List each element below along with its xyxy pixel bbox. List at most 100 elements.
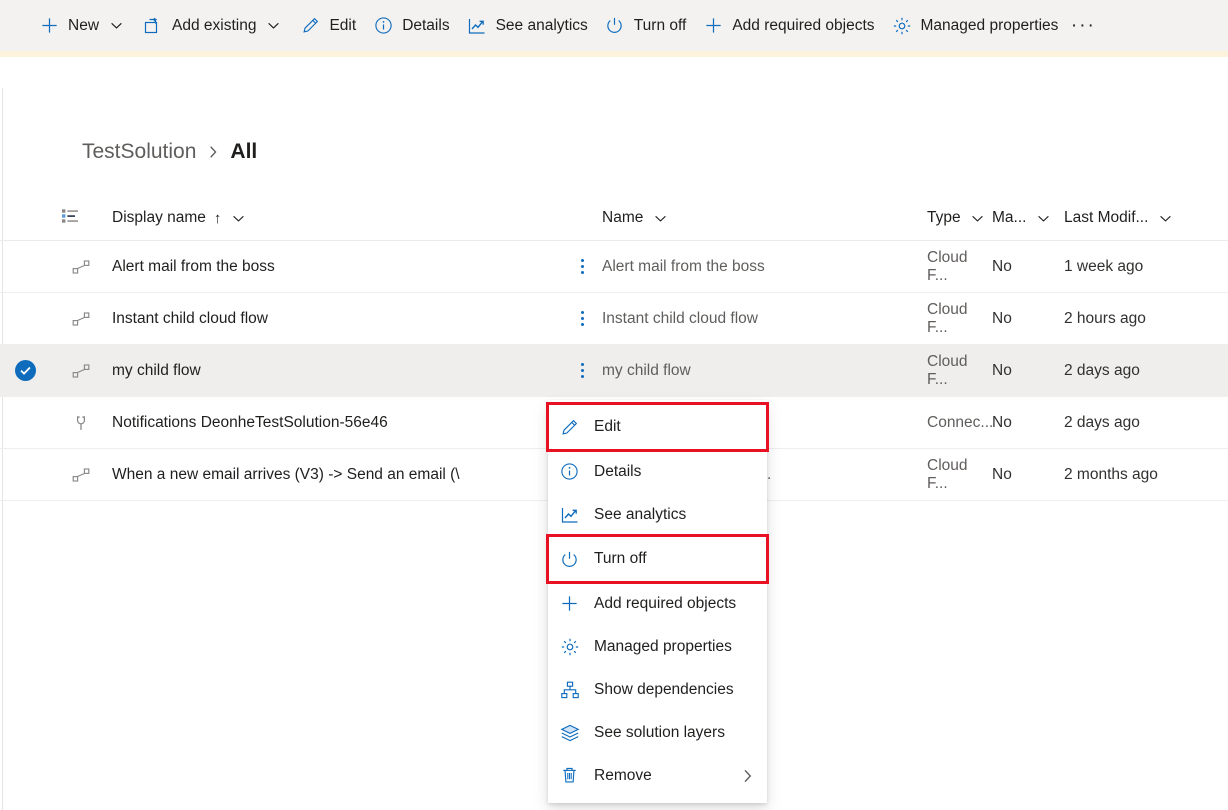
row-managed-cell: No [992,362,1064,380]
row-name: Instant child cloud flow [602,310,758,328]
column-header-last-modified[interactable]: Last Modif... [1064,196,1214,240]
column-header-last-modified-label: Last Modif... [1064,209,1148,227]
column-header-managed[interactable]: Ma... [992,196,1064,240]
row-type-cell: Cloud F... [927,353,992,389]
row-type-cell: Connec... [927,414,992,432]
chevron-down-icon [969,209,987,227]
context-menu-item-see-solution-layers[interactable]: See solution layers [548,711,767,754]
row-managed-cell: No [992,466,1064,484]
command-add-existing[interactable]: Add existing [134,6,291,46]
plus-icon [38,15,60,37]
column-header-type[interactable]: Type [927,196,992,240]
chevron-right-icon [206,145,220,159]
gear-icon [560,637,588,657]
row-last-modified: 2 days ago [1064,414,1140,432]
row-checkbox-checked[interactable] [0,360,50,381]
context-menu-item-details-label: Details [594,463,641,481]
column-header-display-name[interactable]: Display name ↑ [112,196,562,240]
row-managed-cell: No [992,414,1064,432]
context-menu-item-turn-off[interactable]: Turn off [548,536,767,582]
context-menu-item-details[interactable]: Details [548,450,767,493]
context-menu-item-see-analytics[interactable]: See analytics [548,493,767,536]
context-menu-item-managed-properties[interactable]: Managed properties [548,625,767,668]
row-type: Cloud F... [927,249,992,285]
kebab-menu-icon [573,253,592,280]
command-add-required-objects[interactable]: Add required objects [694,6,882,46]
command-edit[interactable]: Edit [291,6,364,46]
column-header-name[interactable]: Name [602,196,927,240]
command-add-existing-label: Add existing [172,18,256,34]
row-more-actions[interactable] [562,253,602,280]
command-details[interactable]: Details [364,6,457,46]
row-last-modified: 2 days ago [1064,362,1140,380]
chevron-down-icon [1156,209,1174,227]
pencil-icon [560,418,588,437]
layers-icon [560,723,588,743]
command-managed-properties[interactable]: Managed properties [883,6,1067,46]
chevron-down-icon [651,209,669,227]
view-switch-cell[interactable] [50,206,112,231]
notice-strip [0,51,1228,57]
checkmark-icon [15,360,36,381]
row-more-actions[interactable] [562,305,602,332]
row-type: Connec... [927,414,993,432]
row-name: Alert mail from the boss [602,258,765,276]
kebab-menu-icon [573,305,592,332]
row-managed-cell: No [992,258,1064,276]
command-turn-off[interactable]: Turn off [596,6,695,46]
row-display-name-cell: When a new email arrives (V3) -> Send an… [112,466,562,484]
row-managed: No [992,310,1012,328]
row-last-modified-cell: 2 hours ago [1064,310,1214,328]
command-bar: New Add existing [0,0,1228,51]
table-row-selected[interactable]: my child flow my child flow Cloud F... N… [0,345,1228,397]
row-display-name: Alert mail from the boss [112,258,275,276]
row-display-name: Instant child cloud flow [112,310,268,328]
row-display-name: my child flow [112,362,201,380]
column-header-managed-label: Ma... [992,209,1026,227]
add-existing-icon [142,15,164,37]
breadcrumb-root[interactable]: TestSolution [82,140,196,164]
command-new[interactable]: New [30,6,134,46]
row-type-cell: Cloud F... [927,301,992,337]
row-last-modified-cell: 2 months ago [1064,466,1214,484]
context-menu-item-show-dependencies[interactable]: Show dependencies [548,668,767,711]
flow-icon [71,361,91,381]
grid-header-row: Display name ↑ Name Type Ma... [0,196,1228,241]
context-menu-item-remove[interactable]: Remove [548,754,767,797]
row-type: Cloud F... [927,353,992,389]
row-name: my child flow [602,362,691,380]
context-menu-item-edit[interactable]: Edit [548,404,767,450]
command-see-analytics[interactable]: See analytics [458,6,596,46]
context-menu-item-see-analytics-label: See analytics [594,506,686,524]
row-last-modified: 1 week ago [1064,258,1143,276]
context-menu-item-show-dependencies-label: Show dependencies [594,681,734,699]
trash-icon [560,766,588,785]
row-managed: No [992,466,1012,484]
analytics-icon [560,505,588,525]
row-last-modified: 2 hours ago [1064,310,1146,328]
row-last-modified-cell: 2 days ago [1064,362,1214,380]
column-header-display-name-label: Display name [112,209,206,227]
row-type: Cloud F... [927,301,992,337]
chevron-down-icon [229,209,247,227]
row-type-icon-cell [50,413,112,433]
row-type-icon-cell [50,309,112,329]
command-details-label: Details [402,18,449,34]
kebab-menu-icon [573,357,592,384]
sort-ascending-icon: ↑ [214,210,222,227]
table-row[interactable]: Alert mail from the boss Alert mail from… [0,241,1228,293]
app-root: New Add existing [0,0,1228,810]
context-menu-item-add-required-objects[interactable]: Add required objects [548,582,767,625]
command-managed-properties-label: Managed properties [921,18,1059,34]
row-more-actions[interactable] [562,357,602,384]
row-managed: No [992,258,1012,276]
chevron-right-icon [740,768,755,783]
command-overflow-button[interactable]: ··· [1066,7,1100,45]
context-menu-item-add-required-objects-label: Add required objects [594,595,736,613]
table-row[interactable]: Instant child cloud flow Instant child c… [0,293,1228,345]
context-menu-item-remove-label: Remove [594,767,652,785]
row-display-name-cell: Notifications DeonheTestSolution-56e46 [112,414,562,432]
context-menu-item-edit-label: Edit [594,418,621,436]
column-header-name-label: Name [602,209,643,227]
plus-icon [560,594,588,613]
